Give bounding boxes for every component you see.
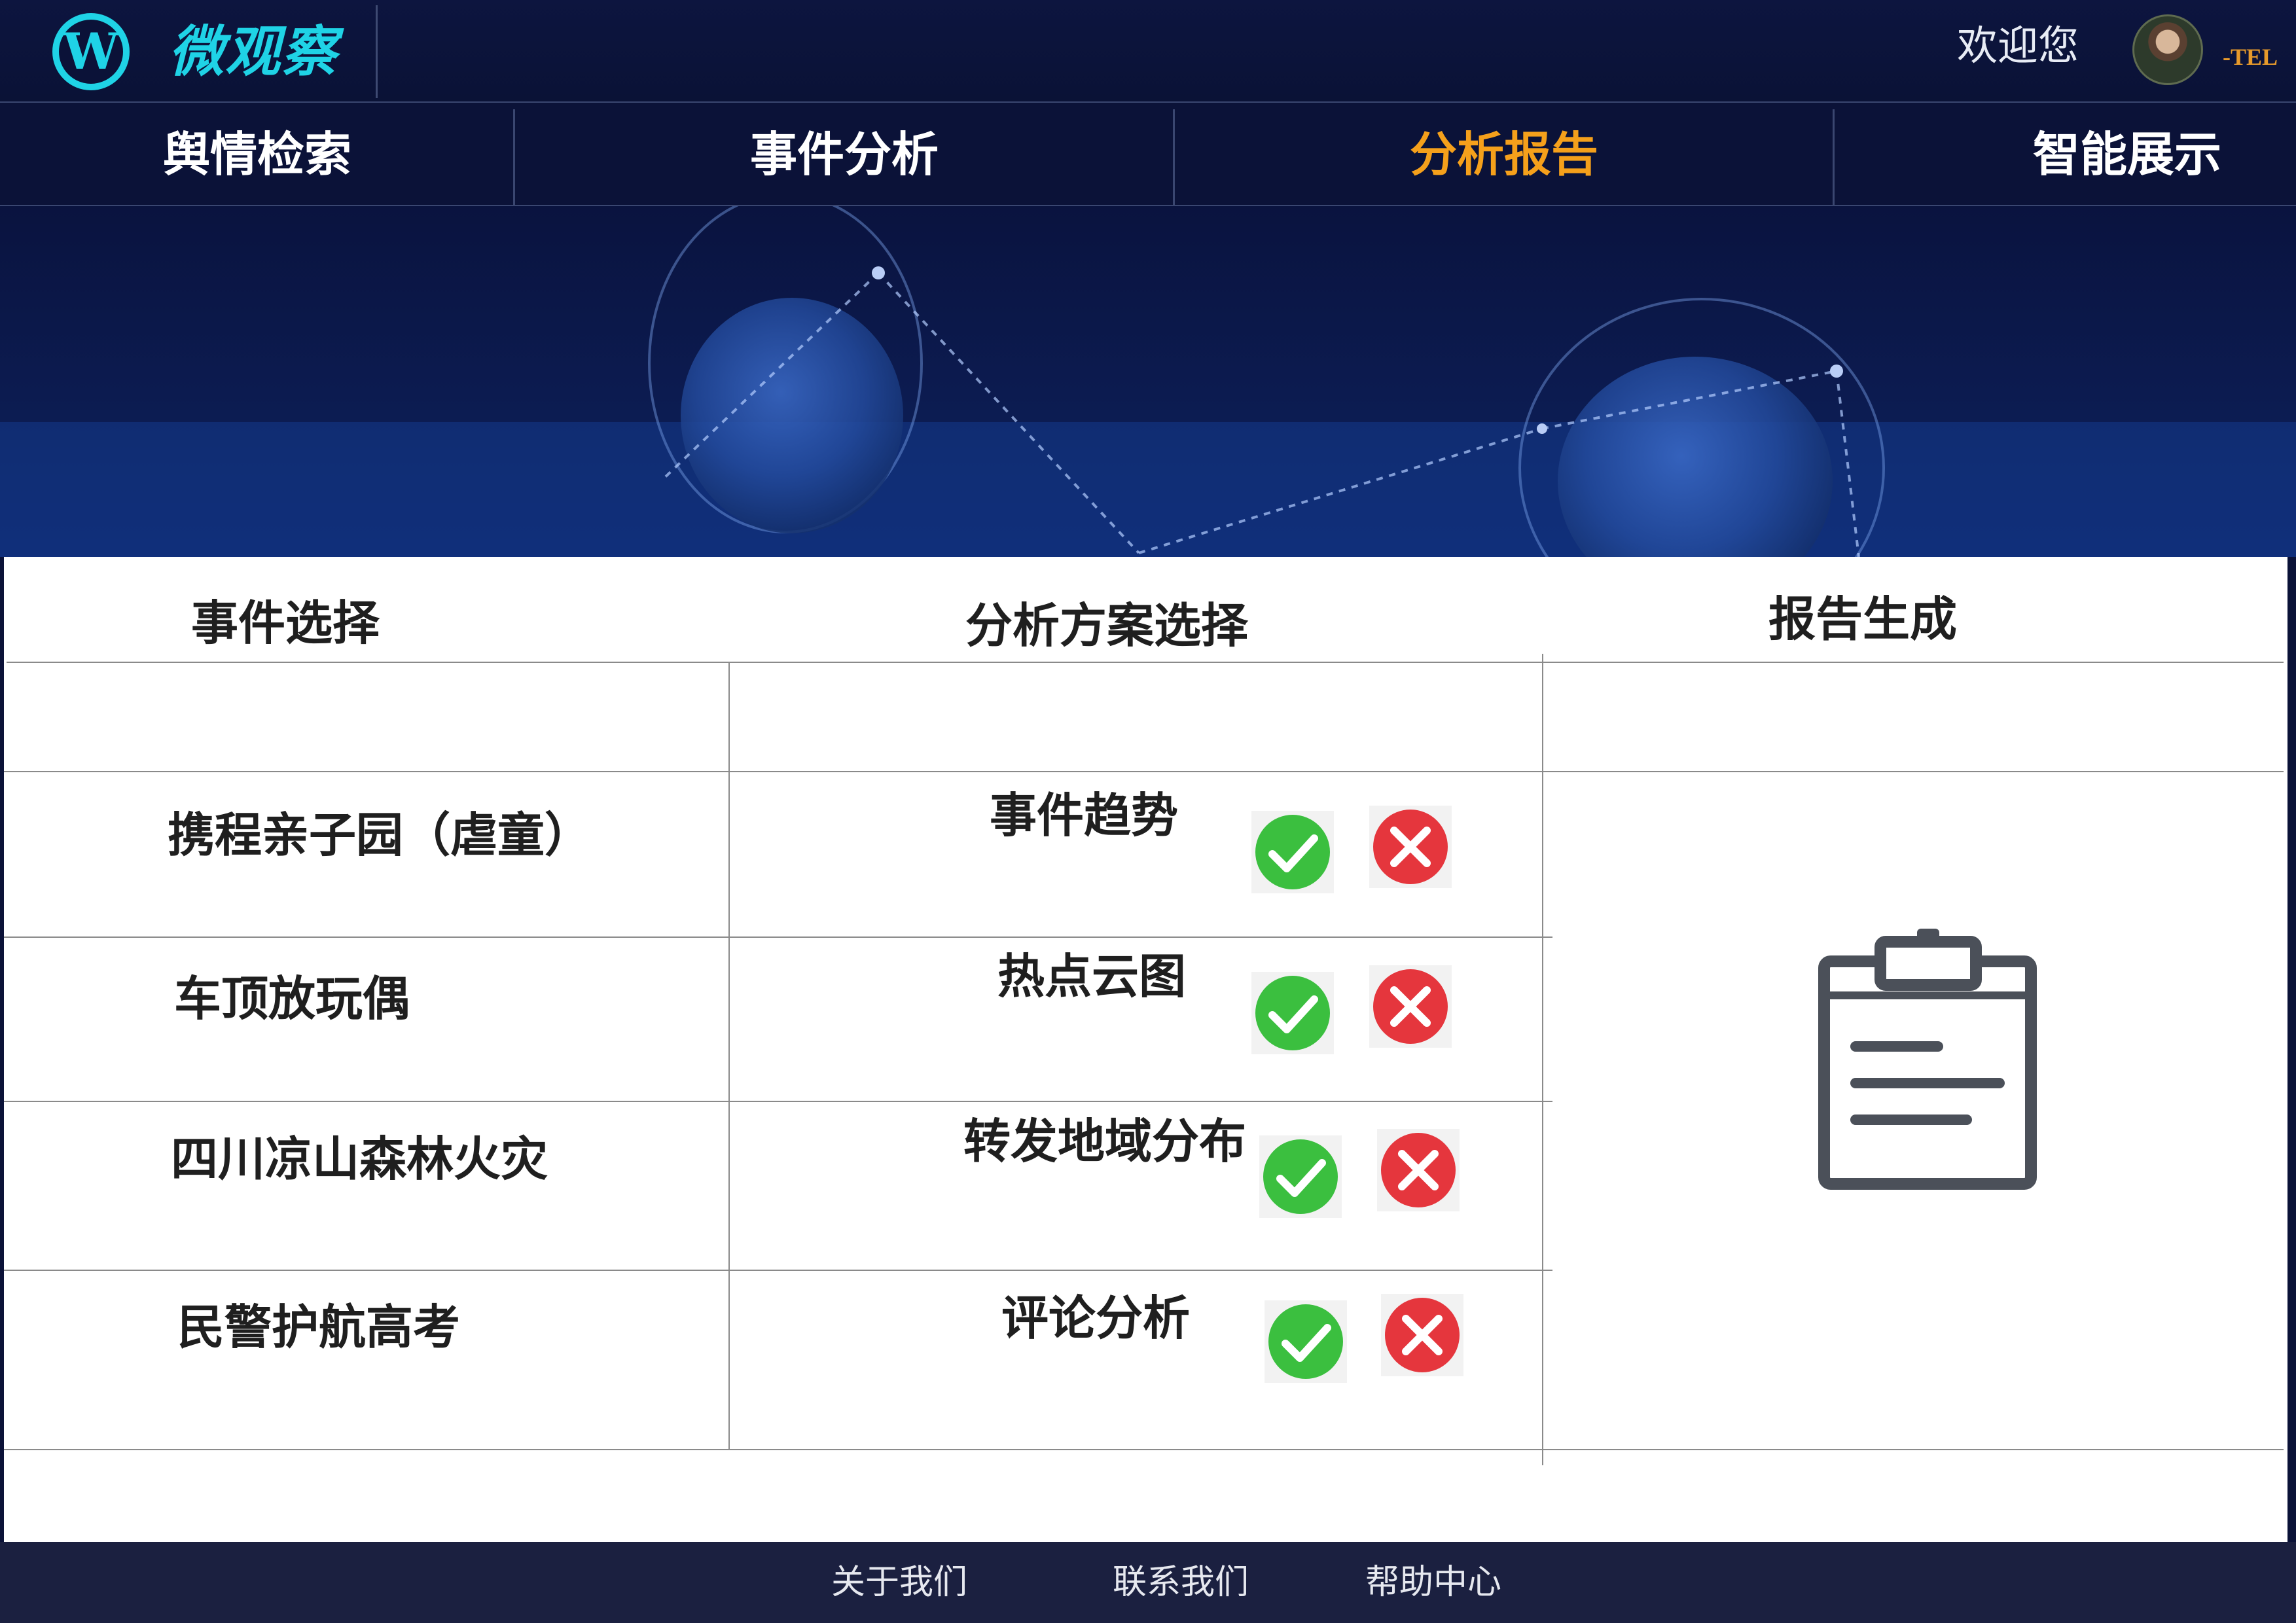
header-report-generate: 报告生成 <box>1768 592 1957 647</box>
check-mark <box>1268 834 1318 872</box>
user-avatar[interactable] <box>2132 14 2203 85</box>
plan-label: 事件趋势 <box>990 788 1179 843</box>
table-line <box>1542 654 1543 1465</box>
cancel-button[interactable] <box>1369 965 1452 1048</box>
event-row[interactable]: 车顶放玩偶 <box>174 963 410 1035</box>
table-line <box>728 662 730 1449</box>
event-row[interactable]: 携程亲子园（虐童） <box>168 799 592 871</box>
table-line <box>4 1101 1552 1102</box>
app-title: 微观察 <box>169 20 338 84</box>
footer: 关于我们 联系我们 帮助中心 <box>0 1542 2296 1623</box>
check-mark <box>1268 995 1318 1033</box>
event-row[interactable]: 民警护航高考 <box>177 1291 460 1363</box>
top-header: W 微观察 欢迎您 -TEL <box>0 0 2296 103</box>
table-line <box>4 936 1552 938</box>
network-lines <box>660 266 1860 557</box>
nav-item-search[interactable]: 舆情检索 <box>0 103 514 206</box>
plan-label: 热点云图 <box>997 949 1187 1004</box>
report-panel: 事件选择 分析方案选择 报告生成 携程亲子园（虐童） 车顶放玩偶 四川凉山森林火… <box>4 557 2287 1542</box>
clipboard-icon[interactable] <box>1810 923 2045 1198</box>
footer-link-contact[interactable]: 联系我们 <box>1113 1556 1249 1609</box>
logo-icon[interactable]: W <box>52 13 130 90</box>
footer-link-about[interactable]: 关于我们 <box>831 1556 967 1609</box>
close-mark <box>1390 827 1431 867</box>
table-line <box>4 1270 1552 1271</box>
table-line <box>4 771 2284 772</box>
page: W 微观察 欢迎您 -TEL 舆情检索 事件分析 分析报告 智能展示 事件选择 … <box>0 0 2296 1623</box>
footer-link-help[interactable]: 帮助中心 <box>1365 1556 1501 1609</box>
plan-label: 评论分析 <box>1001 1291 1191 1346</box>
check-mark <box>1276 1159 1326 1197</box>
close-mark <box>1398 1150 1439 1190</box>
cancel-button[interactable] <box>1369 806 1452 888</box>
table-line <box>7 662 2284 663</box>
nav-item-analysis-report[interactable]: 分析报告 <box>1174 103 1834 206</box>
header-event-select: 事件选择 <box>190 596 380 651</box>
welcome-text: 欢迎您 <box>1957 22 2079 69</box>
cancel-button[interactable] <box>1381 1294 1463 1376</box>
confirm-button[interactable] <box>1251 811 1334 893</box>
plan-label: 转发地域分布 <box>963 1114 1247 1169</box>
header-plan-select: 分析方案选择 <box>965 598 1248 653</box>
table-line <box>4 1449 2284 1450</box>
close-mark <box>1390 986 1431 1027</box>
event-row[interactable]: 四川凉山森林火灾 <box>171 1123 548 1195</box>
nav-item-event-analysis[interactable]: 事件分析 <box>514 103 1174 206</box>
confirm-button[interactable] <box>1265 1300 1347 1383</box>
confirm-button[interactable] <box>1259 1135 1342 1218</box>
cancel-button[interactable] <box>1377 1129 1460 1211</box>
logo-letter: W <box>63 22 119 80</box>
close-mark <box>1402 1315 1443 1355</box>
user-tag[interactable]: -TEL <box>2223 41 2278 73</box>
confirm-button[interactable] <box>1251 972 1334 1054</box>
header-divider <box>376 5 378 98</box>
main-nav: 舆情检索 事件分析 分析报告 智能展示 <box>0 103 2296 221</box>
nav-item-smart-display[interactable]: 智能展示 <box>1834 103 2296 206</box>
hero-banner <box>0 206 2296 557</box>
check-mark <box>1282 1324 1331 1362</box>
